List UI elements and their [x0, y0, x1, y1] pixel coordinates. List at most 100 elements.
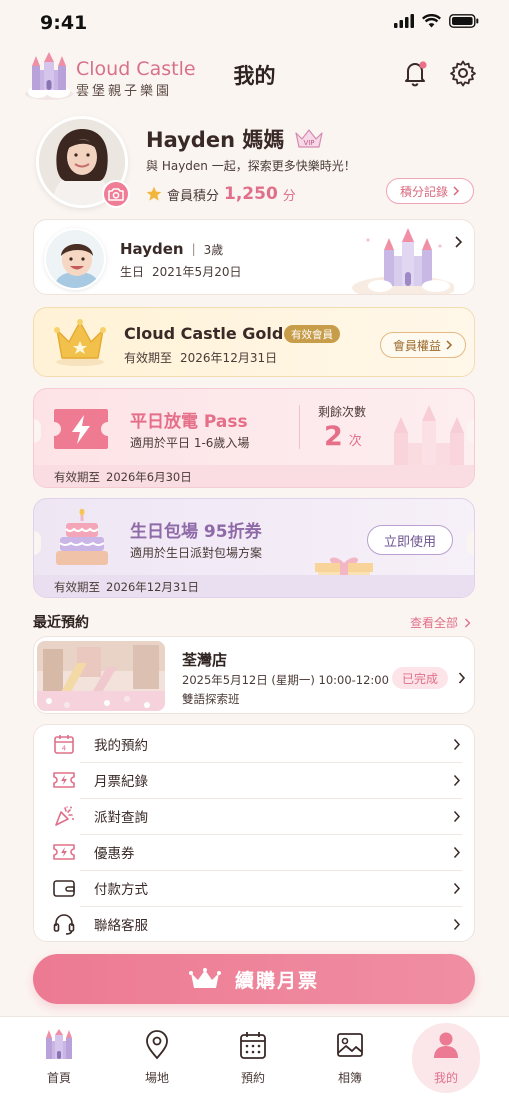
- castle-icon: [46, 1029, 72, 1059]
- renew-pass-button[interactable]: 續購月票: [33, 954, 475, 1004]
- booking-store: 荃灣店: [182, 651, 228, 669]
- membership-expiry: 2026年12月31日: [180, 351, 278, 365]
- tab-album[interactable]: 相簿: [314, 1029, 386, 1086]
- gold-crown-icon: [52, 316, 108, 372]
- chevron-right-icon: [465, 618, 471, 627]
- castle-illustration-icon: [344, 226, 456, 294]
- tab-label: 場地: [144, 1071, 169, 1085]
- booking-class: 雙語探索班: [182, 692, 240, 706]
- points-value: 1,250: [224, 184, 278, 204]
- chevron-right-icon: [440, 810, 474, 823]
- booking-status-badge: 已完成: [392, 667, 449, 689]
- vip-crown-badge: VIP: [294, 127, 324, 153]
- notification-bell-icon[interactable]: [400, 58, 430, 92]
- menu-item-label: 派對查詢: [94, 810, 148, 826]
- pass-expiry: 2026年6月30日: [106, 470, 192, 484]
- membership-status-badge: 有效會員: [284, 325, 340, 343]
- child-profile-card[interactable]: Hayden | 3歲 生日 2021年5月20日: [33, 219, 475, 295]
- membership-benefits-button[interactable]: 會員權益: [380, 332, 466, 358]
- menu-item-my-bookings[interactable]: 4 我的預約: [34, 726, 474, 762]
- chevron-right-icon: [440, 738, 474, 751]
- menu-item-payment-methods[interactable]: 付款方式: [34, 870, 474, 906]
- tab-profile[interactable]: 我的: [410, 1029, 482, 1086]
- settings-gear-icon[interactable]: [449, 59, 477, 91]
- pass-subtitle: 適用於平日 1-6歲入場: [130, 436, 250, 450]
- coupon-icon: [34, 843, 94, 861]
- battery-icon: [449, 14, 479, 28]
- membership-card[interactable]: Cloud Castle Gold 有效會員 有效期至 2026年12月31日 …: [33, 307, 475, 377]
- child-birthday-label: 生日: [120, 265, 145, 279]
- points-label: 會員積分: [167, 188, 220, 204]
- tab-label: 預約: [240, 1071, 265, 1085]
- tab-label: 我的: [433, 1071, 458, 1085]
- coupon-expiry-label: 有效期至: [54, 580, 100, 594]
- points-unit: 分: [282, 188, 296, 204]
- headset-icon: [34, 912, 94, 936]
- booking-datetime: 2025年5月12日 (星期一) 10:00-12:00: [182, 673, 389, 687]
- see-all-label: 查看全部: [409, 616, 458, 630]
- birthday-cake-icon: [54, 508, 110, 573]
- coupon-title: 生日包場 95折券: [130, 522, 262, 542]
- page-title: 我的: [233, 64, 276, 88]
- tab-venues[interactable]: 場地: [121, 1029, 193, 1086]
- playground-photo: [37, 641, 165, 711]
- coupon-expiry: 2026年12月31日: [106, 580, 200, 594]
- see-all-link[interactable]: 查看全部: [410, 614, 471, 631]
- child-age: 3歲: [203, 242, 224, 257]
- signal-icon: [394, 14, 414, 28]
- pass-remaining-unit: 次: [348, 434, 362, 449]
- chevron-right-icon: [454, 234, 464, 253]
- chevron-right-icon: [446, 340, 453, 350]
- menu-item-label: 聯絡客服: [94, 918, 148, 934]
- child-avatar: [44, 228, 106, 290]
- app-header: Cloud Castle 雲堡親子樂園 我的: [0, 50, 509, 108]
- tab-booking[interactable]: 預約: [217, 1029, 289, 1086]
- chevron-right-icon: [440, 918, 474, 931]
- party-popper-icon: [34, 805, 94, 827]
- user-icon: [434, 1032, 458, 1058]
- points-history-label: 積分記錄: [399, 184, 448, 199]
- membership-benefits-label: 會員權益: [392, 338, 441, 353]
- status-time: 9:41: [40, 12, 88, 34]
- pass-expiry-label: 有效期至: [54, 470, 100, 484]
- weekday-pass-card[interactable]: 平日放電 Pass 適用於平日 1-6歲入場 剩餘次數 2 次 有效期至 202…: [33, 388, 475, 488]
- membership-tier: Cloud Castle Gold: [124, 324, 284, 343]
- calendar-icon: 4: [34, 733, 94, 755]
- menu-item-coupons[interactable]: 優惠券: [34, 834, 474, 870]
- star-icon: [146, 186, 162, 201]
- child-birthday: 2021年5月20日: [152, 265, 242, 279]
- user-name: Hayden 媽媽: [146, 128, 285, 152]
- birthday-coupon-card[interactable]: 生日包場 95折券 適用於生日派對包場方案 立即使用 有效期至 2026年12月…: [33, 498, 475, 598]
- tab-label: 首頁: [46, 1071, 71, 1085]
- location-pin-icon: [146, 1030, 168, 1060]
- pass-remaining-value: 2: [324, 421, 343, 452]
- camera-icon[interactable]: [102, 180, 130, 208]
- child-name: Hayden: [120, 240, 184, 258]
- wifi-icon: [422, 14, 441, 28]
- menu-item-party-inquiry[interactable]: 派對查詢: [34, 798, 474, 834]
- calendar-icon: [240, 1032, 266, 1059]
- lightning-ticket-icon: [52, 407, 110, 455]
- recent-bookings-title: 最近預約: [33, 615, 89, 631]
- pass-remaining-label: 剩餘次數: [318, 405, 367, 419]
- status-bar: 9:41: [0, 0, 509, 50]
- coupon-use-button[interactable]: 立即使用: [367, 525, 453, 555]
- user-tagline: 與 Hayden 一起，探索更多快樂時光！: [146, 159, 356, 173]
- coupon-use-label: 立即使用: [383, 534, 436, 550]
- menu-item-pass-records[interactable]: 月票紀錄: [34, 762, 474, 798]
- chevron-right-icon: [458, 670, 466, 689]
- points-summary: 會員積分 1,250 分: [146, 184, 296, 204]
- pass-title: 平日放電 Pass: [130, 412, 248, 432]
- tab-home[interactable]: 首頁: [23, 1029, 95, 1086]
- chevron-right-icon: [440, 882, 474, 895]
- crown-icon: [188, 968, 221, 988]
- recent-booking-card[interactable]: 荃灣店 2025年5月12日 (星期一) 10:00-12:00 雙語探索班 已…: [33, 636, 475, 714]
- menu-item-label: 月票紀錄: [94, 774, 148, 790]
- points-history-button[interactable]: 積分記錄: [386, 178, 474, 204]
- wallet-icon: [34, 878, 94, 898]
- chevron-right-icon: [453, 186, 460, 196]
- menu-item-label: 優惠券: [94, 846, 135, 862]
- chevron-right-icon: [440, 846, 474, 859]
- coupon-subtitle: 適用於生日派對包場方案: [130, 546, 263, 560]
- menu-item-customer-service[interactable]: 聯絡客服: [34, 906, 474, 942]
